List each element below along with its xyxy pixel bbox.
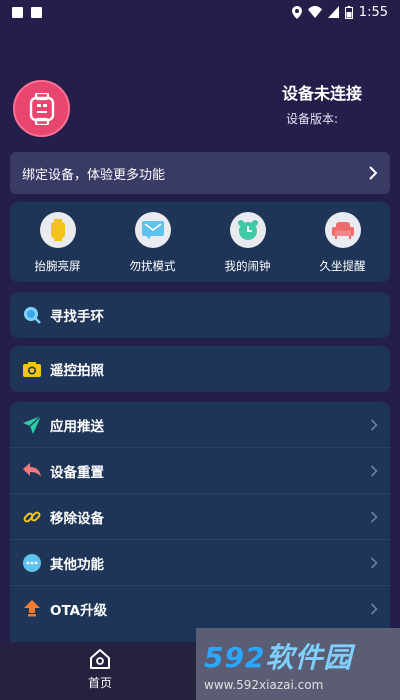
quick-action-label: 我的闹钟 bbox=[224, 259, 271, 273]
quick-action-label: 久坐提醒 bbox=[319, 259, 366, 273]
quick-action-label: 抬腕亮屏 bbox=[34, 259, 81, 273]
watermark: 592软件园 www.592xiazai.com bbox=[196, 628, 400, 700]
bind-device-banner[interactable]: 绑定设备，体验更多功能 bbox=[10, 152, 390, 194]
status-bar: 1:55 bbox=[0, 0, 400, 24]
more-dots-icon bbox=[22, 553, 42, 573]
menu-item-device-reset[interactable]: 设备重置 bbox=[10, 448, 390, 494]
watermark-logo: 592软件园 bbox=[204, 636, 400, 676]
device-connection-status: 设备未连接 bbox=[281, 84, 362, 103]
notification-square-icon bbox=[31, 6, 42, 18]
menu-item-remove-device[interactable]: 移除设备 bbox=[10, 494, 390, 540]
quick-action-do-not-disturb[interactable]: 勿扰模式 bbox=[113, 212, 193, 274]
watermark-logo-number: 592 bbox=[204, 641, 266, 674]
alarm-clock-icon bbox=[229, 212, 266, 248]
menu-item-label: 应用推送 bbox=[50, 418, 104, 435]
notification-icons bbox=[12, 6, 42, 18]
tab-home[interactable]: 首页 bbox=[0, 642, 200, 700]
chevron-right-icon bbox=[370, 464, 378, 477]
quick-action-label: 勿扰模式 bbox=[129, 259, 176, 273]
chevron-right-icon bbox=[370, 418, 378, 431]
notification-square-icon bbox=[12, 6, 23, 18]
menu-item-label: 移除设备 bbox=[50, 510, 104, 527]
chevron-right-icon bbox=[370, 510, 378, 523]
tab-label: 首页 bbox=[87, 676, 112, 690]
menu-item-label: 其他功能 bbox=[50, 556, 104, 573]
search-icon bbox=[22, 305, 42, 325]
wifi-icon bbox=[307, 6, 322, 18]
device-version: 设备版本: bbox=[285, 112, 338, 126]
watermark-logo-text: 软件园 bbox=[265, 641, 353, 674]
device-avatar[interactable] bbox=[13, 80, 70, 137]
find-band-button[interactable]: 寻找手环 bbox=[10, 292, 390, 338]
quick-action-alarm[interactable]: 我的闹钟 bbox=[208, 212, 288, 274]
chevron-right-icon bbox=[370, 556, 378, 569]
quick-action-raise-wrist[interactable]: 抬腕亮屏 bbox=[18, 212, 98, 274]
link-icon bbox=[22, 507, 42, 527]
watch-icon bbox=[39, 212, 76, 248]
signal-icon bbox=[327, 6, 339, 18]
find-band-label: 寻找手环 bbox=[50, 309, 104, 325]
send-icon bbox=[22, 415, 42, 435]
home-icon bbox=[90, 649, 110, 669]
settings-list: 应用推送 设备重置 移除设备 其他功能 OTA升级 bbox=[10, 402, 390, 642]
menu-item-label: 设备重置 bbox=[50, 464, 104, 481]
remote-camera-button[interactable]: 遥控拍照 bbox=[10, 346, 390, 392]
camera-icon bbox=[22, 359, 42, 379]
menu-item-ota-upgrade[interactable]: OTA升级 bbox=[10, 586, 390, 632]
battery-icon bbox=[344, 5, 353, 19]
menu-item-label: OTA升级 bbox=[50, 603, 108, 619]
watermark-url: www.592xiazai.com bbox=[204, 678, 324, 692]
smartwatch-icon bbox=[29, 92, 54, 125]
chevron-right-icon bbox=[369, 166, 378, 180]
menu-item-other-functions[interactable]: 其他功能 bbox=[10, 540, 390, 586]
remote-camera-label: 遥控拍照 bbox=[50, 363, 104, 379]
device-header: 设备未连接 设备版本: bbox=[0, 24, 400, 144]
quick-actions-card: 抬腕亮屏 勿扰模式 我的闹钟 久坐提醒 bbox=[10, 202, 390, 282]
reset-arrow-icon bbox=[22, 461, 42, 481]
menu-item-app-push[interactable]: 应用推送 bbox=[10, 402, 390, 448]
quick-action-sedentary[interactable]: 久坐提醒 bbox=[303, 212, 383, 274]
upload-arrow-icon bbox=[22, 599, 42, 619]
location-icon bbox=[291, 5, 302, 19]
bind-device-text: 绑定设备，体验更多功能 bbox=[22, 167, 166, 183]
sofa-icon bbox=[324, 212, 361, 248]
message-icon bbox=[134, 212, 171, 248]
chevron-right-icon bbox=[370, 603, 378, 615]
status-time: 1:55 bbox=[358, 4, 388, 20]
